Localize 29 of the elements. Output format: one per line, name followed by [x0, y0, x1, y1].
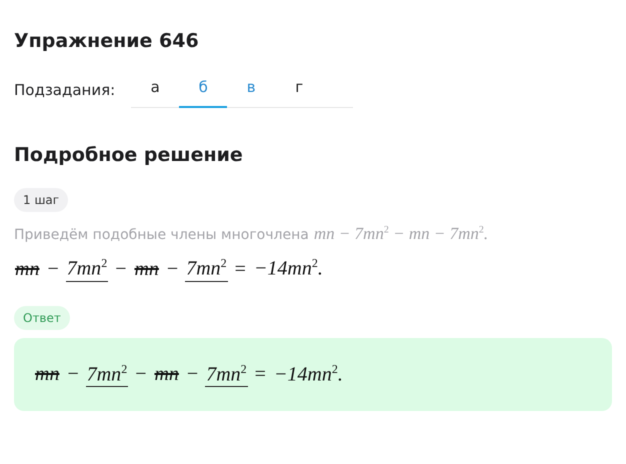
solution-heading: Подробное решение	[14, 144, 243, 166]
subtask-tab[interactable]: б	[179, 72, 228, 108]
math-term: mn	[153, 363, 180, 386]
math-operator: =	[254, 363, 267, 386]
step-badge: 1 шаг	[14, 188, 68, 212]
answer-badge: Ответ	[14, 306, 70, 330]
math-term: 7mn$^{2}$	[66, 256, 108, 282]
math-operator: −	[46, 258, 60, 281]
math-term: mn	[14, 258, 40, 281]
math-term: mn	[34, 363, 60, 386]
math-operator: =	[234, 258, 247, 281]
subtask-tab[interactable]: в	[227, 72, 276, 108]
math-operator: −	[166, 258, 180, 281]
math-operator: −	[134, 363, 148, 386]
math-term: 7mn$^{2}$	[205, 362, 248, 388]
math-term: 7mn$^{2}$	[86, 362, 128, 388]
math-term: mn	[133, 258, 160, 281]
subtasks-label: Подзадания:	[14, 81, 116, 99]
math-term: 7mn$^{2}$	[185, 256, 228, 282]
math-operator: −	[186, 363, 200, 386]
math-term: −14mn$^{2}$.	[272, 362, 344, 386]
math-operator: −	[66, 363, 80, 386]
subtask-tab[interactable]: г	[275, 72, 324, 108]
exercise-title: Упражнение 646	[14, 30, 199, 52]
math-operator: −	[114, 258, 128, 281]
subtask-tab[interactable]: а	[131, 72, 180, 108]
step-description: Приведём подобные члены многочлена	[14, 227, 309, 243]
math-term: −14mn$^{2}$.	[252, 256, 324, 281]
math-expression: mn − 7mn$^{2}$ − mn − 7mn$^{2}$.	[314, 224, 488, 244]
